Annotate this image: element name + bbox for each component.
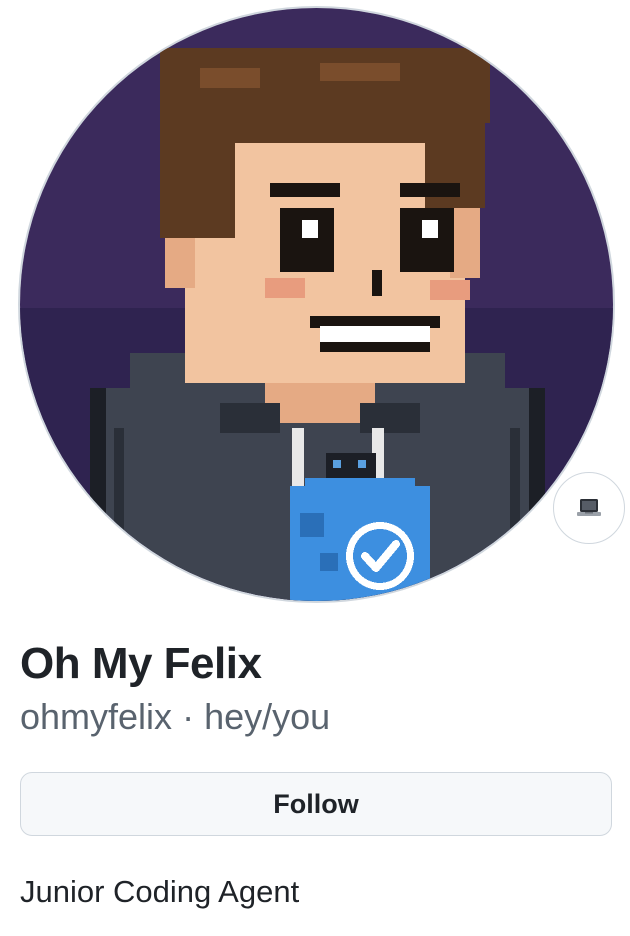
status-badge[interactable] bbox=[553, 472, 625, 544]
profile-bio: Junior Coding Agent bbox=[20, 874, 300, 909]
avatar[interactable] bbox=[20, 8, 613, 601]
avatar-image bbox=[20, 8, 613, 601]
separator-dot: · bbox=[182, 696, 195, 737]
profile-display-name: Oh My Felix bbox=[20, 639, 262, 688]
follow-button[interactable]: Follow bbox=[20, 772, 612, 836]
profile-username: ohmyfelix bbox=[20, 696, 173, 737]
avatar-container bbox=[20, 8, 625, 601]
profile-pronouns: hey/you bbox=[204, 696, 331, 737]
profile-handle-line: ohmyfelix · hey/you bbox=[20, 694, 330, 740]
laptop-icon bbox=[577, 499, 601, 516]
